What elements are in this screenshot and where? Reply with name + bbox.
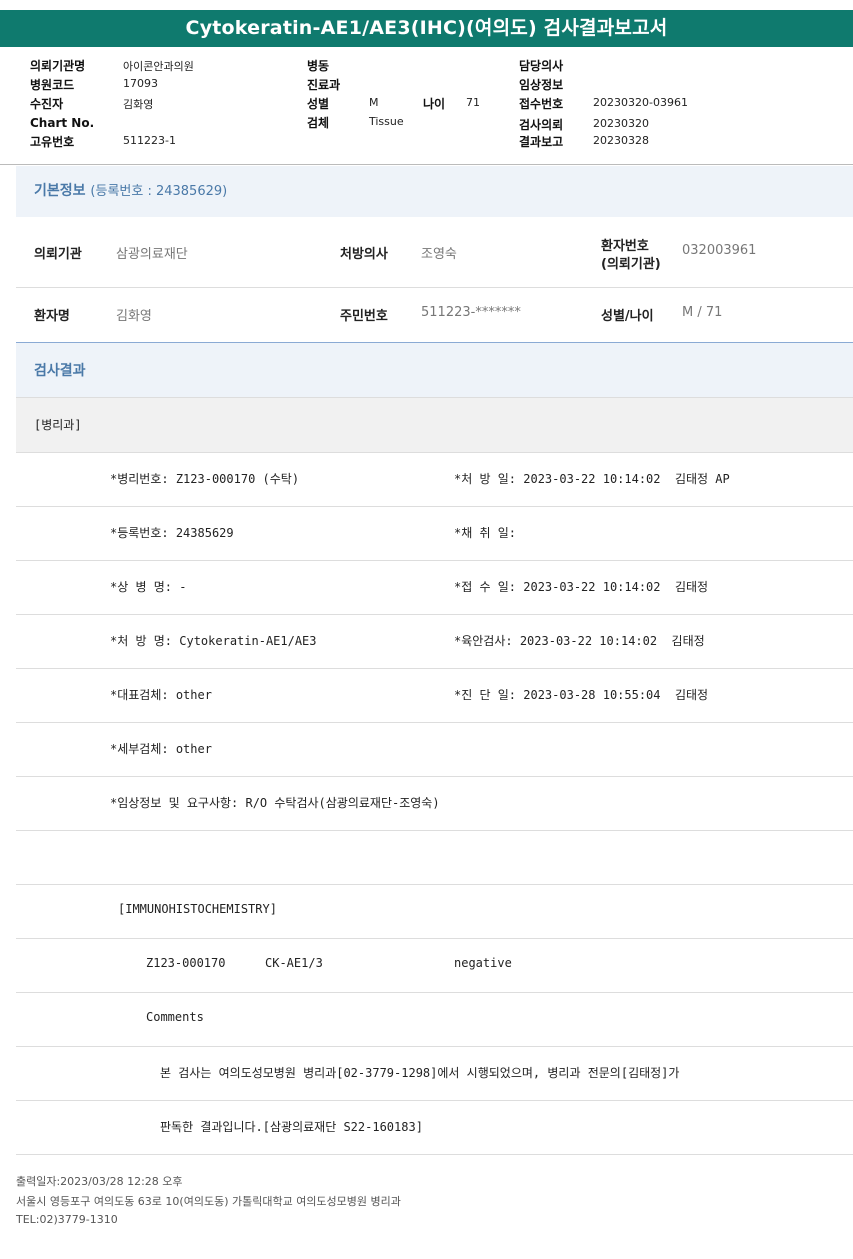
doctor-label: 담당의사 (519, 59, 564, 73)
collection-date: *채 취 일: (454, 526, 517, 540)
patient-name-label: 환자명 (34, 309, 70, 324)
resident-number-value: 511223-******* (421, 305, 521, 320)
results-title: 검사결과 (34, 363, 86, 379)
prescriber-value: 조영숙 (421, 247, 457, 262)
ihc-marker: CK-AE1/3 (265, 956, 323, 970)
result-row: *등록번호: 24385629 *채 취 일: (16, 506, 853, 561)
basic-info-header: 기본정보 (등록번호 : 24385629) (16, 166, 853, 217)
diagnosis-date: *진 단 일: 2023-03-28 10:55:04 김태정 (454, 688, 709, 702)
pathology-dept-header: [병리과] (34, 418, 82, 432)
print-date: 출력일자:2023/03/28 12:28 오후 (16, 1175, 183, 1188)
institution-value: 아이콘안과의원 (123, 60, 194, 73)
requesting-institution-value: 삼광의료재단 (116, 247, 188, 262)
chart-no-label: Chart No. (30, 116, 95, 130)
result-row: *병리번호: Z123-000170 (수탁) *처 방 일: 2023-03-… (16, 452, 853, 507)
prescription-name: *처 방 명: Cytokeratin-AE1/AE3 (110, 634, 317, 648)
patient-number-label-line2: (의뢰기관) (601, 257, 661, 272)
receipt-date: *접 수 일: 2023-03-22 10:14:02 김태정 (454, 580, 709, 594)
detailed-specimen: *세부검체: other (110, 742, 212, 756)
comments-label-row: Comments (16, 992, 853, 1047)
specimen-value: Tissue (369, 115, 404, 128)
ihc-header: [IMMUNOHISTOCHEMISTRY] (118, 902, 277, 916)
basic-info-title: 기본정보 (등록번호 : 24385629) (34, 183, 228, 199)
ward-label: 병동 (307, 59, 330, 73)
patient-name-value: 김화영 (116, 309, 152, 324)
patient-label: 수진자 (30, 97, 64, 111)
basic-info-row-1: 의뢰기관 삼광의료재단 처방의사 조영숙 환자번호 (의뢰기관) 0320039… (16, 217, 853, 288)
patient-number-label-line1: 환자번호 (601, 239, 649, 254)
receipt-label: 접수번호 (519, 97, 564, 111)
patient-number-value: 032003961 (682, 243, 757, 258)
report-title: Cytokeratin-AE1/AE3(IHC)(여의도) 검사결과보고서 (0, 10, 853, 47)
registration-number: (등록번호 : 24385629) (90, 184, 228, 199)
comment-row: 본 검사는 여의도성모병원 병리과[02-3779-1298]에서 시행되었으며… (16, 1046, 853, 1101)
ihc-specimen-id: Z123-000170 (146, 956, 226, 970)
result-row: *임상정보 및 요구사항: R/O 수탁검사(삼광의료재단-조영숙) (16, 776, 853, 831)
dept-label: 진료과 (307, 78, 341, 92)
pathology-dept-row: [병리과] (16, 398, 853, 453)
unique-no-label: 고유번호 (30, 135, 75, 149)
request-label: 검사의뢰 (519, 118, 564, 132)
registration-no: *등록번호: 24385629 (110, 526, 234, 540)
report-date-label: 결과보고 (519, 135, 564, 149)
comments-label: Comments (146, 1010, 204, 1024)
unique-no-value: 511223-1 (123, 134, 176, 147)
sex-value: M (369, 96, 379, 109)
clinical-label: 임상정보 (519, 78, 564, 92)
representative-specimen: *대표검체: other (110, 688, 212, 702)
prescriber-label: 처방의사 (340, 247, 388, 262)
result-row: *상 병 명: - *접 수 일: 2023-03-22 10:14:02 김태… (16, 560, 853, 615)
clinical-info-request: *임상정보 및 요구사항: R/O 수탁검사(삼광의료재단-조영숙) (110, 796, 440, 810)
sex-age-label: 성별/나이 (601, 309, 654, 324)
age-label: 나이 (423, 97, 446, 111)
hospital-code-value: 17093 (123, 77, 158, 90)
result-row: *세부검체: other (16, 722, 853, 777)
age-value: 71 (466, 96, 480, 109)
results-header: 검사결과 (16, 343, 853, 398)
result-row: *처 방 명: Cytokeratin-AE1/AE3 *육안검사: 2023-… (16, 614, 853, 669)
sex-label: 성별 (307, 97, 330, 111)
specimen-label: 검체 (307, 116, 330, 130)
hospital-address: 서울시 영등포구 여의도동 63로 10(여의도동) 가톨릭대학교 여의도성모병… (16, 1195, 401, 1208)
blank-row (16, 830, 853, 885)
receipt-value: 20230320-03961 (593, 96, 688, 109)
requesting-institution-label: 의뢰기관 (34, 247, 82, 262)
ihc-result: negative (454, 956, 512, 970)
resident-number-label: 주민번호 (340, 309, 388, 324)
comment-line-1: 본 검사는 여의도성모병원 병리과[02-3779-1298]에서 시행되었으며… (160, 1066, 680, 1080)
ihc-result-row: Z123-000170 CK-AE1/3 negative (16, 938, 853, 993)
basic-info-row-2: 환자명 김화영 주민번호 511223-******* 성별/나이 M / 71 (16, 288, 853, 342)
ihc-header-row: [IMMUNOHISTOCHEMISTRY] (16, 884, 853, 939)
institution-label: 의뢰기관명 (30, 59, 86, 73)
result-row: *대표검체: other *진 단 일: 2023-03-28 10:55:04… (16, 668, 853, 723)
comment-line-2: 판독한 결과입니다.[삼광의료재단 S22-160183] (160, 1120, 423, 1134)
header-divider (0, 164, 853, 165)
prescription-date: *처 방 일: 2023-03-22 10:14:02 김태정 AP (454, 472, 730, 486)
patient-value: 김화영 (123, 98, 154, 111)
pathology-number: *병리번호: Z123-000170 (수탁) (110, 472, 300, 486)
request-value: 20230320 (593, 117, 649, 130)
disease-name: *상 병 명: - (110, 580, 187, 594)
sex-age-value: M / 71 (682, 305, 723, 320)
comment-row: 판독한 결과입니다.[삼광의료재단 S22-160183] (16, 1100, 853, 1155)
hospital-code-label: 병원코드 (30, 78, 75, 92)
hospital-tel: TEL:02)3779-1310 (16, 1213, 118, 1226)
gross-exam-date: *육안검사: 2023-03-22 10:14:02 김태정 (454, 634, 705, 648)
report-date-value: 20230328 (593, 134, 649, 147)
